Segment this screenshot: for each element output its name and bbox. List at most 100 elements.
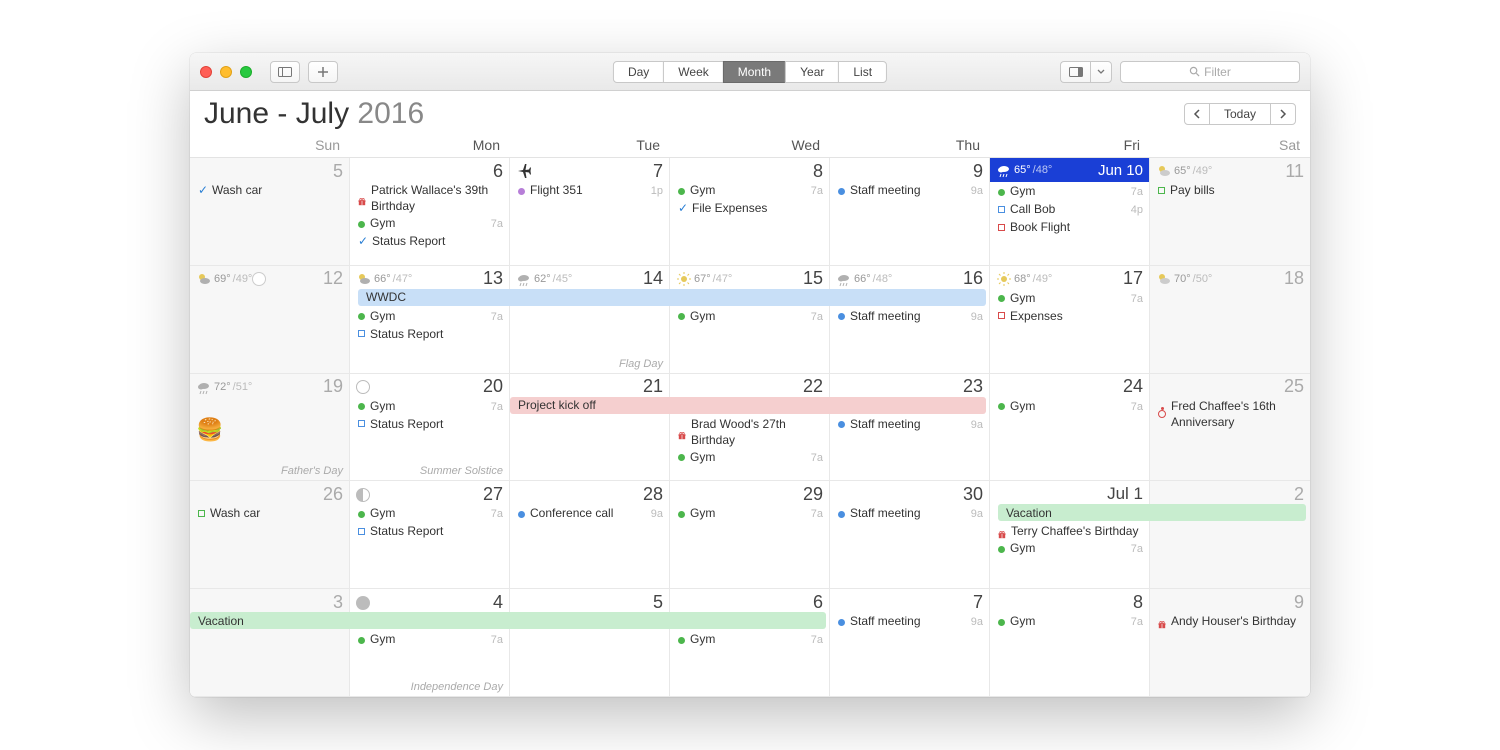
event-item[interactable]: Gym7a <box>356 398 503 415</box>
minimize-window-button[interactable] <box>220 66 232 78</box>
calendar-day-cell[interactable]: 5 <box>510 589 670 697</box>
calendar-day-cell[interactable]: 6Gym7a <box>670 589 830 697</box>
event-item[interactable]: Staff meeting9a <box>836 308 983 325</box>
calendar-day-cell[interactable]: 3 <box>190 589 350 697</box>
calendar-day-cell[interactable]: 67°/47°15Gym7a <box>670 266 830 374</box>
span-event-wwdc[interactable]: WWDC <box>366 290 406 304</box>
event-item[interactable]: Gym7a <box>356 215 503 232</box>
event-item[interactable]: Pay bills <box>1156 182 1304 198</box>
calendar-day-cell[interactable]: 68°/49°17Gym7aExpenses <box>990 266 1150 374</box>
calendar-day-cell[interactable]: 9Staff meeting9a <box>830 158 990 266</box>
event-item[interactable]: Andy Houser's Birthday <box>1156 613 1304 629</box>
span-event-vacation2[interactable]: Vacation <box>198 614 244 628</box>
event-item[interactable]: Brad Wood's 27th Birthday <box>676 416 823 448</box>
event-item[interactable]: Gym7a <box>676 449 823 466</box>
calendar-day-cell[interactable]: 30Staff meeting9a <box>830 481 990 589</box>
event-item[interactable]: Status Report <box>356 523 503 539</box>
view-tab-list[interactable]: List <box>838 61 887 83</box>
event-item[interactable]: Gym7a <box>996 183 1143 200</box>
view-tab-month[interactable]: Month <box>723 61 786 83</box>
event-item[interactable]: Status Report <box>356 416 503 432</box>
calendar-day-cell[interactable]: 65°/48°Jun 10Gym7aCall Bob4pBook Flight <box>990 158 1150 266</box>
event-item[interactable]: Terry Chaffee's Birthday <box>996 523 1143 539</box>
event-item[interactable]: Staff meeting9a <box>836 613 983 630</box>
event-item[interactable]: Gym7a <box>676 505 823 522</box>
event-item[interactable]: Call Bob4p <box>996 201 1143 218</box>
search-field[interactable]: Filter <box>1120 61 1300 83</box>
event-item[interactable]: Gym7a <box>356 308 503 325</box>
calendar-day-cell[interactable]: 23Staff meeting9a <box>830 374 990 482</box>
gift-icon <box>998 527 1006 535</box>
event-item[interactable]: Gym7a <box>996 290 1143 307</box>
event-item[interactable]: Status Report <box>356 326 503 342</box>
zoom-window-button[interactable] <box>240 66 252 78</box>
calendar-day-cell[interactable]: 21 <box>510 374 670 482</box>
event-item[interactable]: Staff meeting9a <box>836 416 983 433</box>
event-item[interactable]: Gym7a <box>676 631 823 648</box>
event-item[interactable]: Gym7a <box>356 631 503 648</box>
event-item[interactable]: Staff meeting9a <box>836 505 983 522</box>
calendar-day-cell[interactable]: 6Patrick Wallace's 39th BirthdayGym7a✓St… <box>350 158 510 266</box>
calendar-day-cell[interactable]: 7Flight 3511p <box>510 158 670 266</box>
event-item[interactable]: Patrick Wallace's 39th Birthday <box>356 182 503 214</box>
calendar-day-cell[interactable]: 62°/45°14Flag Day <box>510 266 670 374</box>
calendar-day-cell[interactable]: 20Gym7aStatus ReportSummer Solstice <box>350 374 510 482</box>
calendar-day-cell[interactable]: 9Andy Houser's Birthday <box>1150 589 1310 697</box>
calendar-day-cell[interactable]: 26Wash car <box>190 481 350 589</box>
calendar-day-cell[interactable]: Jul 1Terry Chaffee's BirthdayGym7a <box>990 481 1150 589</box>
next-month-button[interactable] <box>1270 103 1296 125</box>
event-time: 4p <box>1131 202 1143 218</box>
calendar-day-cell[interactable]: 4Gym7aIndependence Day <box>350 589 510 697</box>
calendar-day-cell[interactable]: 70°/50°18 <box>1150 266 1310 374</box>
prev-month-button[interactable] <box>1184 103 1210 125</box>
calendar-day-cell[interactable]: 2 <box>1150 481 1310 589</box>
calendar-day-cell[interactable]: 66°/48°16Staff meeting9a <box>830 266 990 374</box>
calendar-day-cell[interactable]: 27Gym7aStatus Report <box>350 481 510 589</box>
calendar-day-cell[interactable]: 72°/51°19🍔Father's Day <box>190 374 350 482</box>
calendar-day-cell[interactable]: 28Conference call9a <box>510 481 670 589</box>
span-event-vacation1[interactable]: Vacation <box>1006 506 1052 520</box>
toggle-sidebar-button[interactable] <box>270 61 300 83</box>
event-label: Patrick Wallace's 39th Birthday <box>371 182 503 214</box>
calendar-day-cell[interactable]: 65°/49°11Pay bills <box>1150 158 1310 266</box>
view-tab-year[interactable]: Year <box>785 61 839 83</box>
event-item[interactable]: ✓File Expenses <box>676 200 823 216</box>
calendar-day-cell[interactable]: 66°/47°13Gym7aStatus Report <box>350 266 510 374</box>
calendar-day-cell[interactable]: 22Brad Wood's 27th BirthdayGym7a <box>670 374 830 482</box>
calendar-day-cell[interactable]: 8Gym7a <box>990 589 1150 697</box>
calendar-day-cell[interactable]: 5✓Wash car <box>190 158 350 266</box>
event-item[interactable]: Wash car <box>196 505 343 521</box>
event-item[interactable]: ✓Status Report <box>356 233 503 249</box>
event-item[interactable]: Gym7a <box>996 613 1143 630</box>
gift-icon <box>358 194 366 202</box>
event-item[interactable]: Conference call9a <box>516 505 663 522</box>
event-time: 7a <box>811 506 823 522</box>
event-item[interactable]: Expenses <box>996 308 1143 324</box>
event-item[interactable]: Gym7a <box>676 308 823 325</box>
span-event-project[interactable]: Project kick off <box>518 398 596 412</box>
event-item[interactable]: Flight 3511p <box>516 182 663 199</box>
inspector-dropdown-button[interactable] <box>1090 61 1112 83</box>
event-item[interactable]: Gym7a <box>676 182 823 199</box>
calendar-day-cell[interactable]: 69°/49°12 <box>190 266 350 374</box>
cell-header: 7 <box>516 161 663 181</box>
event-item[interactable]: Staff meeting9a <box>836 182 983 199</box>
view-tab-day[interactable]: Day <box>613 61 664 83</box>
event-item[interactable]: Fred Chaffee's 16th Anniversary <box>1156 398 1304 430</box>
new-event-button[interactable] <box>308 61 338 83</box>
calendar-day-cell[interactable]: 25Fred Chaffee's 16th Anniversary <box>1150 374 1310 482</box>
event-item[interactable]: Gym7a <box>356 505 503 522</box>
view-tab-week[interactable]: Week <box>663 61 723 83</box>
close-window-button[interactable] <box>200 66 212 78</box>
event-item[interactable]: ✓Wash car <box>196 182 343 198</box>
event-item[interactable]: Book Flight <box>996 219 1143 235</box>
event-item[interactable]: Gym7a <box>996 540 1143 557</box>
calendar-day-cell[interactable]: 8Gym7a✓File Expenses <box>670 158 830 266</box>
calendar-day-cell[interactable]: 24Gym7a <box>990 374 1150 482</box>
event-item[interactable]: Gym7a <box>996 398 1143 415</box>
calendar-day-cell[interactable]: 29Gym7a <box>670 481 830 589</box>
today-button[interactable]: Today <box>1209 103 1271 125</box>
calendar-day-cell[interactable]: 7Staff meeting9a <box>830 589 990 697</box>
events-list: Staff meeting9a <box>836 182 983 199</box>
inspector-button[interactable] <box>1060 61 1090 83</box>
